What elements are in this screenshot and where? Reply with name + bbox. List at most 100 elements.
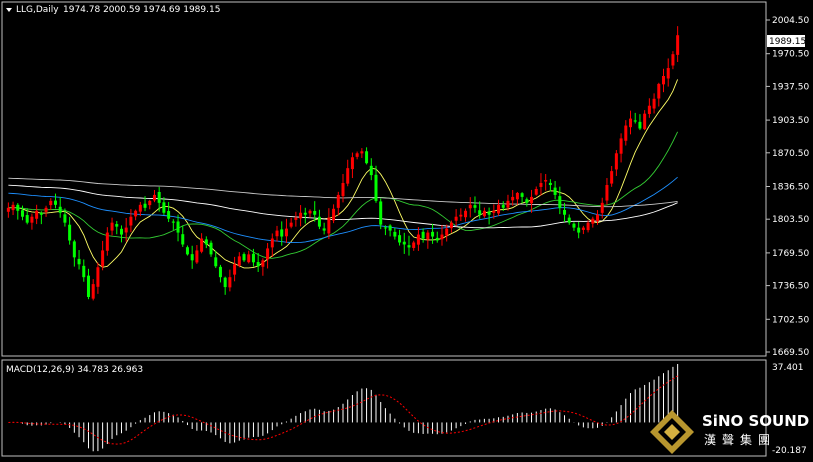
candle-body <box>35 210 39 219</box>
candle-body <box>176 221 180 233</box>
candle-body <box>643 113 647 130</box>
candle-body <box>421 231 425 239</box>
candle-body <box>454 216 458 221</box>
candle-body <box>11 204 15 211</box>
candle-body <box>6 207 10 212</box>
price-tick-label: 1669.50 <box>772 348 809 358</box>
candle-body <box>393 231 397 237</box>
candle-body <box>426 232 430 240</box>
candle-body <box>638 121 642 129</box>
price-tick-label: 1702.50 <box>772 315 809 325</box>
candle-body <box>676 35 680 55</box>
candle-body <box>435 237 439 241</box>
candle-body <box>251 253 255 263</box>
candle-body <box>190 254 194 261</box>
candle-body <box>586 222 590 231</box>
candle-body <box>647 105 651 114</box>
candle-body <box>280 229 284 237</box>
candle-body <box>30 216 34 223</box>
candle-body <box>82 265 86 278</box>
candle-body <box>577 227 581 233</box>
candle-body <box>266 248 270 260</box>
candle-body <box>633 120 637 122</box>
candle-body <box>492 210 496 213</box>
candle-body <box>270 238 274 248</box>
candle-body <box>407 245 411 248</box>
candle-body <box>398 235 402 243</box>
candle-body <box>402 241 406 245</box>
candle-body <box>115 224 119 227</box>
candle-body <box>181 234 185 245</box>
candle-body <box>671 54 675 66</box>
candle-body <box>284 228 288 237</box>
candle-body <box>303 212 307 215</box>
candle-body <box>105 232 109 251</box>
candle-body <box>72 241 76 258</box>
candle-body <box>610 171 614 184</box>
candle-body <box>440 234 444 240</box>
price-tick-label: 2004.50 <box>772 16 809 26</box>
candle-body <box>553 187 557 195</box>
candle-body <box>511 196 515 201</box>
candle-body <box>374 174 378 201</box>
candle-body <box>365 151 369 164</box>
candle-body <box>605 185 609 201</box>
candle-body <box>600 202 604 213</box>
candle-body <box>445 228 449 236</box>
candle-body <box>666 68 670 79</box>
price-tick-label: 1736.50 <box>772 282 809 292</box>
candle-body <box>449 222 453 229</box>
candle-body <box>200 238 204 252</box>
candle-body <box>53 200 57 205</box>
candle-body <box>237 256 241 266</box>
price-tick-label: 1803.50 <box>772 215 809 225</box>
candle-body <box>416 234 420 245</box>
candle-body <box>614 153 618 170</box>
candle-body <box>233 264 237 275</box>
candle-body <box>506 200 510 208</box>
candle-body <box>563 209 567 215</box>
candle-body <box>525 199 529 203</box>
price-tick-label: 1870.50 <box>772 149 809 159</box>
candle-body <box>629 118 633 128</box>
candle-body <box>308 210 312 214</box>
chart-window[interactable]: 2004.50 1970.50 1937.50 1903.50 1870.50 1836.… <box>0 0 813 458</box>
candle-body <box>431 231 435 237</box>
price-tick-label: 1970.50 <box>772 50 809 60</box>
candle-body <box>223 277 227 288</box>
candle-body <box>63 214 67 223</box>
ohlc-values: 1974.78 2000.59 1974.69 1989.15 <box>63 5 220 15</box>
candle-body <box>162 202 166 213</box>
candle-body <box>86 275 90 297</box>
candle-body <box>110 222 114 231</box>
candle-body <box>327 217 331 234</box>
candle-body <box>468 204 472 209</box>
chart-canvas[interactable]: 2004.50 1970.50 1937.50 1903.50 1870.50 1836.… <box>0 0 813 458</box>
candle-body <box>119 228 123 235</box>
logo-text-cn: 漢聲集團 <box>704 432 776 447</box>
candle-body <box>289 222 293 227</box>
candle-body <box>77 258 81 265</box>
candle-body <box>558 196 562 208</box>
candle-body <box>152 194 156 201</box>
candle-body <box>520 193 524 197</box>
candle-body <box>619 138 623 154</box>
candle-body <box>652 98 656 109</box>
candle-body <box>534 188 538 195</box>
candle-body <box>369 165 373 176</box>
candle-body <box>49 200 53 206</box>
candle-body <box>16 204 20 211</box>
candle-body <box>256 262 260 267</box>
candle-body <box>497 204 501 214</box>
candle-body <box>336 194 340 208</box>
price-tick-label: 1836.50 <box>772 182 809 192</box>
candle-body <box>317 216 321 227</box>
candle-body <box>185 247 189 255</box>
candle-body <box>101 250 105 267</box>
candle-body <box>379 201 383 225</box>
candle-body <box>247 254 251 263</box>
candle-body <box>242 254 246 261</box>
candle-body <box>299 212 303 219</box>
candle-body <box>20 210 24 217</box>
candle-body <box>515 192 519 200</box>
